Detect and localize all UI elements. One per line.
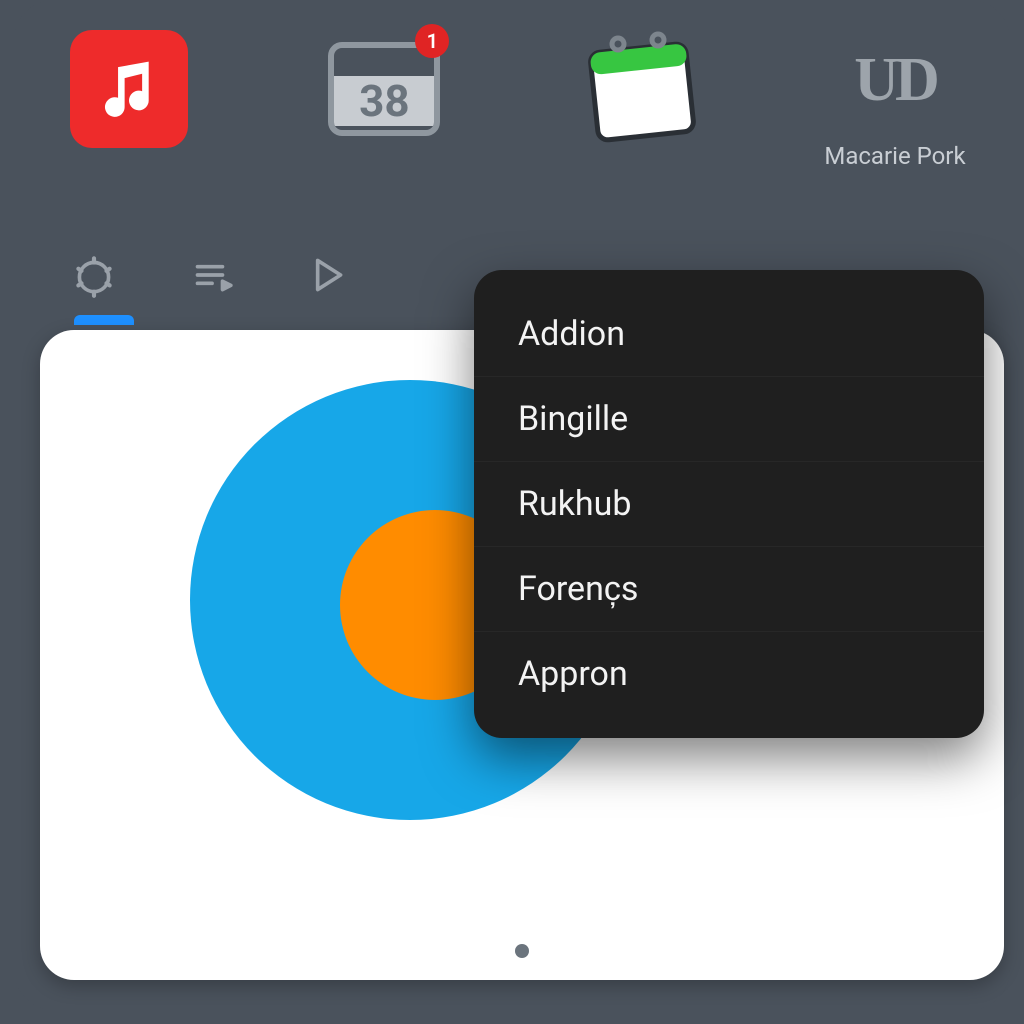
playlist-icon xyxy=(185,250,235,300)
toolbar-play[interactable] xyxy=(296,245,356,305)
toolbar-settings[interactable] xyxy=(64,245,124,305)
app-calendar[interactable]: 38 1 xyxy=(309,30,459,148)
context-menu: Addion Bingille Rukhub Forenc̦s Appron xyxy=(474,270,984,738)
app-ud-label: Macarie Pork xyxy=(824,142,965,170)
app-notes[interactable] xyxy=(565,30,715,148)
calendar-icon: 38 1 xyxy=(325,30,443,148)
menu-item-rukhub[interactable]: Rukhub xyxy=(474,461,984,546)
ud-glyph: UD xyxy=(854,45,936,116)
menu-item-forencs[interactable]: Forenc̦s xyxy=(474,546,984,631)
app-window: 38 1 UD Macarie Pork xyxy=(14,0,1010,1010)
menu-item-bingille[interactable]: Bingille xyxy=(474,376,984,461)
page-indicator-dot[interactable] xyxy=(515,944,529,958)
app-music[interactable] xyxy=(54,30,204,148)
notification-badge: 1 xyxy=(415,24,449,58)
app-row: 38 1 UD Macarie Pork xyxy=(44,30,980,180)
toolbar-playlist[interactable] xyxy=(180,245,240,305)
menu-item-addion[interactable]: Addion xyxy=(474,292,984,376)
notes-icon xyxy=(576,30,704,148)
music-icon xyxy=(70,30,188,148)
menu-item-appron[interactable]: Appron xyxy=(474,631,984,716)
settings-icon xyxy=(69,250,119,300)
play-icon xyxy=(301,250,351,300)
app-ud[interactable]: UD Macarie Pork xyxy=(820,30,970,170)
calendar-day: 38 xyxy=(334,76,434,126)
ud-icon: UD xyxy=(836,30,954,130)
